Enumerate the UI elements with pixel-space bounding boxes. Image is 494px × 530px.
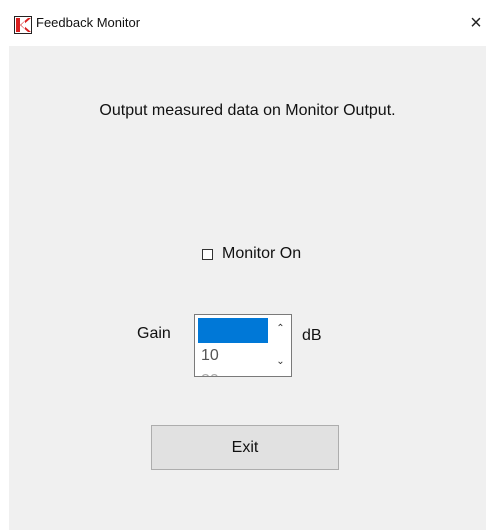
instruction-message: Output measured data on Monitor Output.: [99, 102, 396, 119]
k-logo-icon: [14, 16, 32, 34]
gain-label: Gain: [137, 325, 171, 342]
gain-option[interactable]: 10: [198, 343, 268, 368]
exit-button[interactable]: Exit: [151, 425, 339, 470]
title-bar: Feedback Monitor ×: [0, 0, 494, 46]
dialog-body: Output measured data on Monitor Output. …: [9, 46, 486, 530]
db-unit-label: dB: [302, 327, 322, 344]
monitor-on-checkbox-row[interactable]: Monitor On: [202, 243, 301, 265]
feedback-monitor-window: Feedback Monitor × Output measured data …: [0, 0, 494, 530]
scroll-up-arrow-icon[interactable]: ⌃: [270, 317, 291, 341]
window-title: Feedback Monitor: [36, 15, 141, 30]
monitor-on-checkbox[interactable]: [202, 248, 213, 260]
close-icon: ×: [470, 12, 482, 34]
gain-option[interactable]: 20: [198, 368, 268, 376]
monitor-on-label[interactable]: Monitor On: [222, 245, 301, 263]
gain-listbox[interactable]: 0 10 20 ⌃ ⌄: [194, 314, 292, 377]
gain-option-selected[interactable]: 0: [198, 318, 268, 343]
scroll-down-arrow-icon[interactable]: ⌄: [270, 350, 291, 374]
gain-list-items: 0 10 20: [198, 318, 268, 376]
gain-scrollbar[interactable]: ⌃ ⌄: [270, 315, 291, 376]
close-button[interactable]: ×: [464, 11, 488, 35]
